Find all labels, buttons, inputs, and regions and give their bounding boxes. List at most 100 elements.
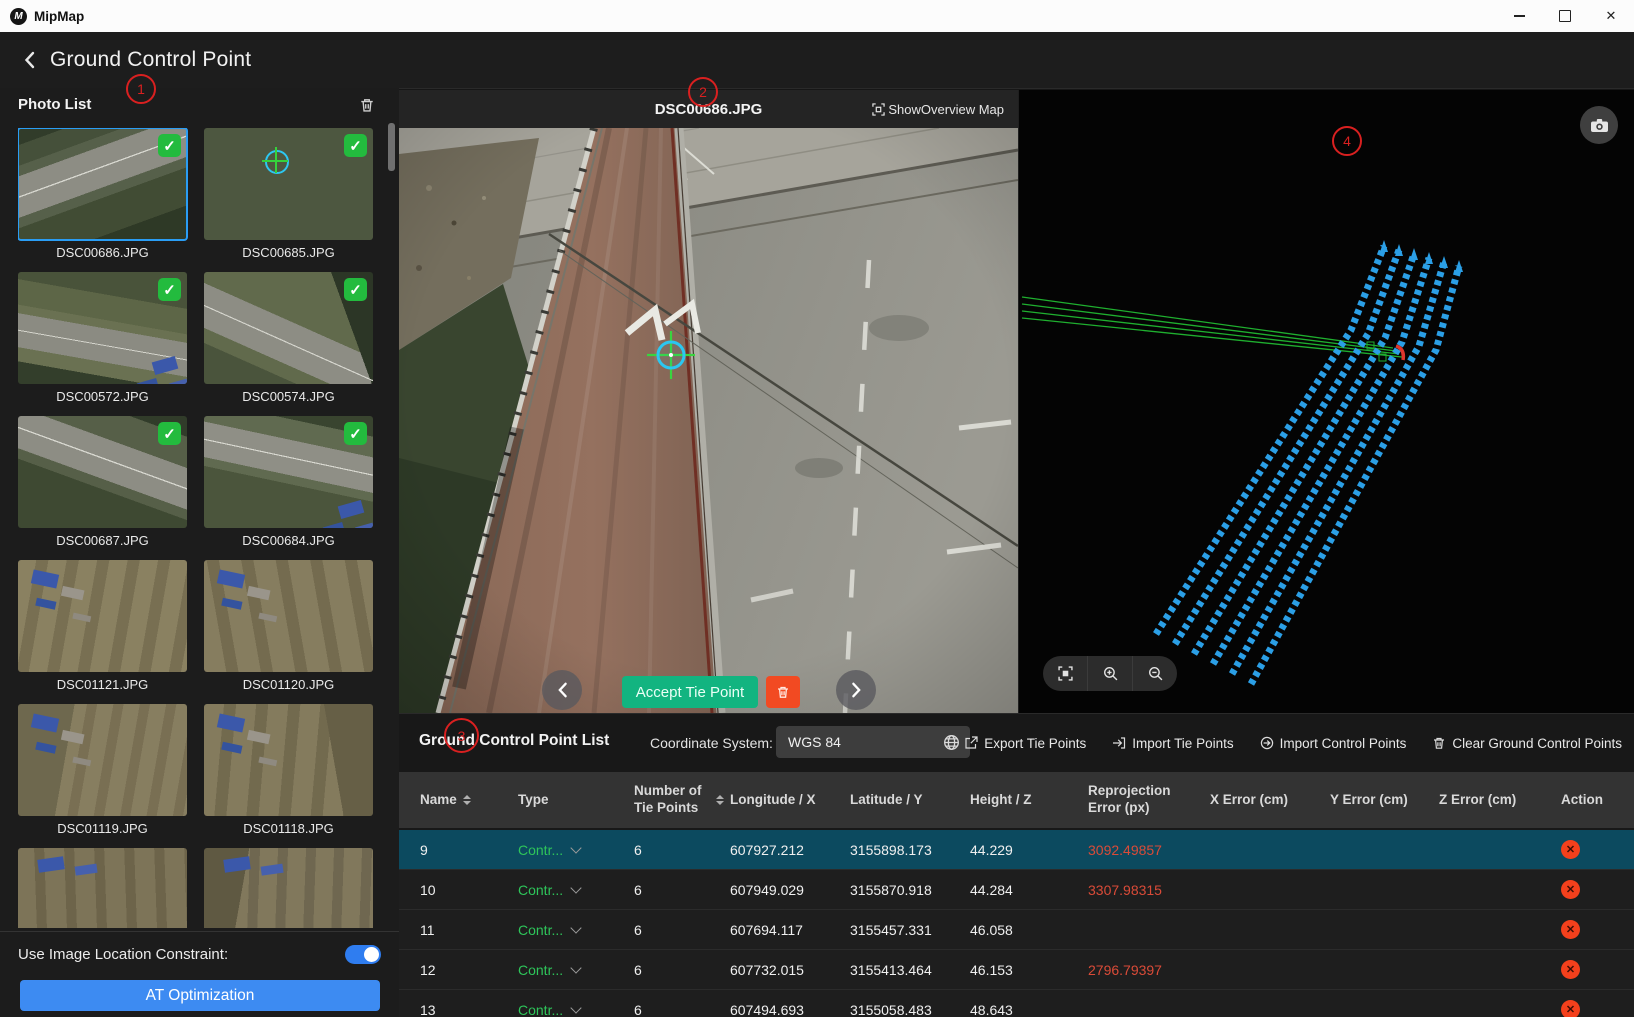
map-zoom-controls (1043, 656, 1177, 691)
table-row[interactable]: 9Contr...6607927.2123155898.17344.229309… (399, 830, 1634, 870)
photo-item[interactable]: ✓ DSC00684.JPG (204, 416, 373, 548)
cell-reprojection_error: 2796.79397 (1088, 962, 1210, 978)
camera-tracks-plot (1019, 90, 1634, 713)
photo-thumbnail[interactable]: ✓ (18, 416, 187, 528)
cell-type[interactable]: Contr... (518, 922, 634, 938)
photo-thumbnail[interactable] (18, 848, 187, 928)
annotation-2: 2 (688, 77, 718, 107)
delete-row-button[interactable]: ✕ (1561, 840, 1580, 859)
close-button[interactable]: ✕ (1588, 1, 1634, 32)
photo-item[interactable]: DSC01118.JPG (204, 704, 373, 836)
check-icon: ✓ (158, 422, 181, 445)
flight-tracks (1156, 246, 1459, 684)
photo-thumbnail[interactable]: ✓ (18, 272, 187, 384)
photo-item[interactable]: ✓ DSC00685.JPG (204, 128, 373, 260)
photo-thumbnail[interactable]: ✓ (204, 128, 373, 240)
cell-latitude: 3155058.483 (850, 1002, 970, 1017)
zoom-out-button[interactable] (1132, 656, 1177, 691)
type-dropdown-value: Contr... (518, 922, 563, 938)
previous-photo-button[interactable] (542, 670, 582, 710)
photo-item[interactable]: DSC01120.JPG (204, 560, 373, 692)
delete-row-button[interactable]: ✕ (1561, 920, 1580, 939)
photo-thumbnail[interactable] (18, 704, 187, 816)
photo-item[interactable]: ✓ DSC00572.JPG (18, 272, 187, 404)
tie-point-marker-icon (265, 150, 289, 174)
cell-type[interactable]: Contr... (518, 962, 634, 978)
photo-item[interactable]: ✓ DSC00687.JPG (18, 416, 187, 548)
table-row[interactable]: 12Contr...6607732.0153155413.46446.15327… (399, 950, 1634, 990)
import-tie-points-button[interactable]: Import Tie Points (1112, 736, 1233, 751)
import-control-points-button[interactable]: Import Control Points (1260, 736, 1407, 751)
back-button[interactable] (24, 48, 44, 72)
cell-height: 44.284 (970, 882, 1088, 898)
photo-item[interactable]: ✓ DSC00574.JPG (204, 272, 373, 404)
photo-thumbnail[interactable] (204, 848, 373, 928)
column-header-name[interactable]: Name (399, 792, 518, 809)
photo-thumbnail[interactable] (204, 560, 373, 672)
photo-thumbnail[interactable]: ✓ (18, 128, 187, 240)
table-row[interactable]: 10Contr...6607949.0293155870.91844.28433… (399, 870, 1634, 910)
photo-thumbnail[interactable] (204, 704, 373, 816)
minimize-button[interactable] (1496, 1, 1542, 32)
check-icon: ✓ (158, 278, 181, 301)
overview-frame-icon (872, 103, 885, 116)
export-icon (964, 736, 978, 750)
import-icon (1112, 736, 1126, 750)
zoom-in-button[interactable] (1087, 656, 1132, 691)
photo-item[interactable]: DSC01121.JPG (18, 560, 187, 692)
export-tie-points-button[interactable]: Export Tie Points (964, 736, 1086, 751)
cell-height: 44.229 (970, 842, 1088, 858)
photo-list-scrollbar[interactable] (388, 123, 395, 171)
maximize-button[interactable] (1542, 1, 1588, 32)
photo-item[interactable]: DSC01119.JPG (18, 704, 187, 836)
sort-icon[interactable] (463, 795, 471, 805)
zoom-out-icon (1148, 666, 1163, 681)
table-row[interactable]: 13Contr...6607494.6933155058.48348.643✕ (399, 990, 1634, 1017)
cell-type[interactable]: Contr... (518, 882, 634, 898)
at-optimization-button[interactable]: AT Optimization (20, 980, 380, 1011)
photo-thumbnail[interactable] (18, 560, 187, 672)
aerial-photo[interactable] (399, 128, 1018, 713)
check-icon: ✓ (344, 422, 367, 445)
clear-ground-control-points-button[interactable]: Clear Ground Control Points (1432, 736, 1622, 751)
fit-view-button[interactable] (1043, 656, 1087, 691)
delete-row-button[interactable]: ✕ (1561, 1000, 1580, 1017)
cell-longitude: 607694.117 (730, 922, 850, 938)
sort-icon[interactable] (716, 795, 724, 805)
accept-tie-point-button[interactable]: Accept Tie Point (622, 676, 758, 708)
column-header-number-of-tie-points[interactable]: Number of Tie Points (634, 783, 730, 817)
photo-thumbnail[interactable]: ✓ (204, 416, 373, 528)
trash-icon (776, 685, 790, 699)
cell-action: ✕ (1549, 1000, 1619, 1017)
photo-thumbnail[interactable]: ✓ (204, 272, 373, 384)
photo-name: DSC00685.JPG (204, 245, 373, 260)
image-location-constraint-toggle[interactable] (345, 945, 381, 964)
zoom-in-icon (1103, 666, 1118, 681)
photo-name: DSC01121.JPG (18, 677, 187, 692)
cell-type[interactable]: Contr... (518, 842, 634, 858)
coordinate-system-input[interactable]: WGS 84 (776, 726, 970, 758)
table-row[interactable]: 11Contr...6607694.1173155457.33146.058✕ (399, 910, 1634, 950)
next-photo-button[interactable] (836, 670, 876, 710)
column-header-z-error-cm-: Z Error (cm) (1439, 792, 1549, 809)
cell-type[interactable]: Contr... (518, 1002, 634, 1017)
photo-item[interactable] (18, 848, 187, 928)
fit-frame-icon (1058, 666, 1073, 681)
trash-icon[interactable] (359, 97, 375, 113)
delete-row-button[interactable]: ✕ (1561, 960, 1580, 979)
screenshot-camera-button[interactable] (1580, 106, 1618, 144)
photo-item[interactable] (204, 848, 373, 928)
cell-action: ✕ (1549, 840, 1619, 859)
photo-name: DSC01118.JPG (204, 821, 373, 836)
photo-item[interactable]: ✓ DSC00686.JPG (18, 128, 187, 260)
toolbar-button-label: Clear Ground Control Points (1452, 736, 1622, 751)
tie-point-rays (1022, 297, 1402, 357)
show-overview-map-button[interactable]: ShowOverview Map (872, 90, 1004, 128)
page-title: Ground Control Point (50, 48, 251, 72)
gcp-table-header: NameTypeNumber of Tie PointsLongitude / … (399, 772, 1634, 828)
sparse-3d-view[interactable] (1018, 90, 1634, 713)
delete-tie-point-button[interactable] (766, 676, 800, 708)
photo-list-panel: Photo List ✓ DSC00686.JPG ✓ DSC00685.JPG… (0, 88, 399, 1017)
delete-row-button[interactable]: ✕ (1561, 880, 1580, 899)
gcp-table-rows: 9Contr...6607927.2123155898.17344.229309… (399, 830, 1634, 1017)
